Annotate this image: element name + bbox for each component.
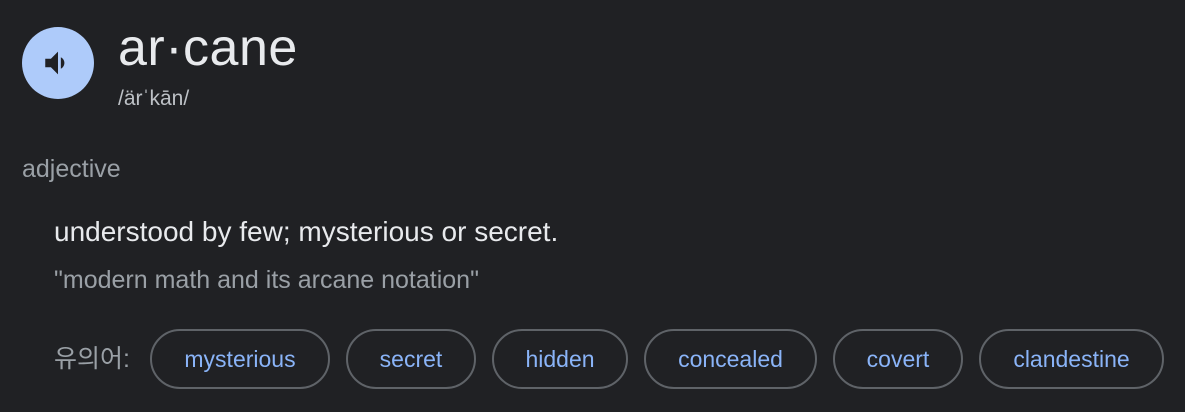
synonym-chip-secret[interactable]: secret [346,329,476,389]
pronunciation-audio-button[interactable] [22,27,94,99]
synonyms-label: 유의어: [54,345,130,373]
synonym-chip-concealed[interactable]: concealed [644,329,817,389]
phonetic-spelling: /ärˈkān/ [118,87,190,110]
synonym-chip-covert[interactable]: covert [833,329,963,389]
definition-text: understood by few; mysterious or secret. [54,216,559,247]
part-of-speech: adjective [22,155,121,183]
speaker-icon [45,51,65,75]
example-sentence: "modern math and its arcane notation" [54,266,479,294]
synonym-chip-clandestine[interactable]: clandestine [979,329,1164,389]
dictionary-card: ar·cane /ärˈkān/ adjective understood by… [0,0,1185,412]
headword: ar·cane [118,19,298,77]
synonym-chip-mysterious[interactable]: mysterious [150,329,330,389]
synonym-chip-hidden[interactable]: hidden [492,329,628,389]
